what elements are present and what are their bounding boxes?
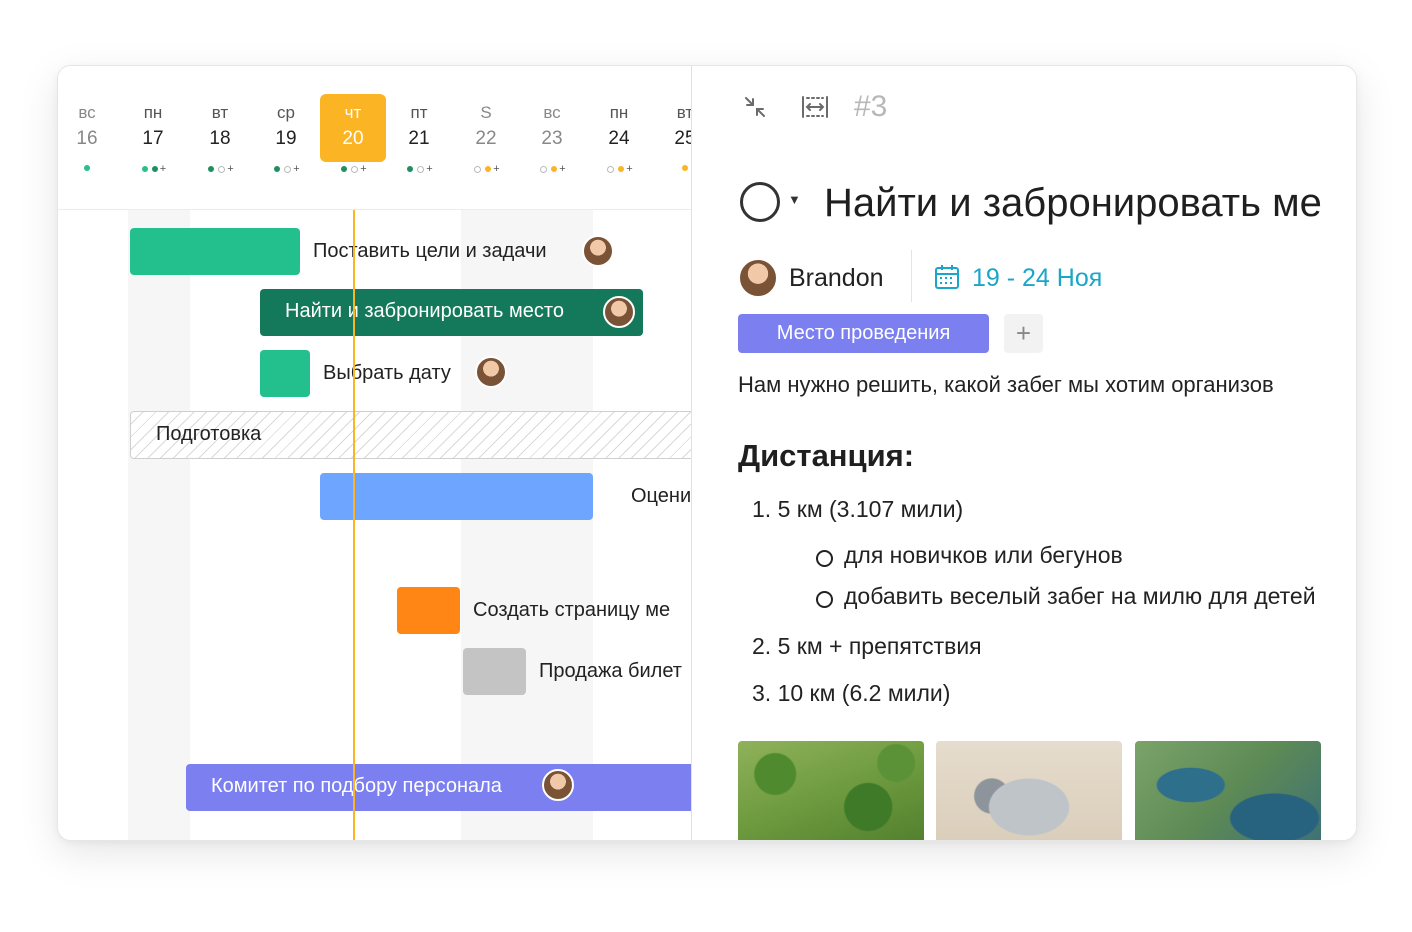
task-label[interactable]: Выбрать дату	[323, 362, 451, 385]
day-number: 25	[674, 128, 691, 149]
task-group-label: Подготовка	[156, 423, 262, 445]
day-name: S	[480, 103, 492, 122]
day-dots: +	[465, 164, 507, 175]
attachment-image[interactable]	[738, 741, 924, 840]
day-column-today[interactable]: чт 20 +	[320, 94, 386, 175]
task-bar[interactable]	[260, 350, 310, 397]
task-bar[interactable]	[130, 228, 300, 275]
avatar	[542, 769, 574, 801]
avatar[interactable]	[475, 356, 507, 388]
task-bar[interactable]	[463, 648, 526, 695]
task-label[interactable]: Создать страницу ме	[473, 599, 670, 622]
divider	[911, 250, 912, 302]
day-dots	[66, 164, 108, 174]
sub-list-item: для новичков или бегунов	[816, 542, 1123, 568]
collapse-arrows-icon[interactable]	[740, 94, 770, 124]
task-number: #3	[854, 90, 888, 123]
attachment-image[interactable]	[1135, 741, 1321, 840]
task-bar[interactable]	[320, 473, 593, 520]
day-column[interactable]: ср 19 +	[265, 94, 307, 184]
pane-divider[interactable]	[691, 66, 692, 840]
gantt-pane: вс 16 пн 17 + вт 18 + ср 19 + чт 20 + пт…	[58, 66, 691, 840]
day-name: вт	[676, 103, 691, 122]
task-description[interactable]: Нам нужно решить, какой забег мы хотим о…	[738, 372, 1274, 398]
chevron-down-icon[interactable]: ▼	[788, 192, 801, 207]
day-name: чт	[344, 103, 362, 122]
list-item: 1. 5 км (3.107 мили)	[752, 496, 964, 522]
list-item: 2. 5 км + препятствия	[752, 633, 982, 659]
task-bar[interactable]: Комитет по подбору персонала	[186, 764, 691, 811]
task-label[interactable]: Оцени	[631, 485, 691, 508]
day-dots	[664, 164, 691, 174]
day-dots: +	[265, 164, 307, 175]
day-number: 24	[608, 128, 630, 149]
day-name: пт	[410, 103, 428, 122]
task-label[interactable]: Продажа билет	[539, 660, 682, 683]
day-dots: +	[199, 164, 241, 175]
app-card: вс 16 пн 17 + вт 18 + ср 19 + чт 20 + пт…	[57, 65, 1357, 841]
assignee-name[interactable]: Brandon	[789, 264, 884, 293]
day-name: вт	[211, 103, 229, 122]
section-heading: Дистанция:	[738, 438, 915, 473]
status-circle-icon[interactable]	[740, 182, 780, 222]
day-number: 16	[76, 128, 98, 149]
day-column[interactable]: S 22 +	[465, 94, 507, 184]
day-dots: +	[531, 164, 573, 175]
task-bar[interactable]	[397, 587, 460, 634]
task-title[interactable]: Найти и забронировать ме	[824, 181, 1322, 226]
weekend-column	[128, 209, 190, 840]
avatar	[603, 296, 635, 328]
day-number: 17	[142, 128, 164, 149]
sub-list-item: добавить веселый забег на милю для детей	[816, 583, 1316, 609]
day-name: пн	[609, 103, 629, 122]
avatar[interactable]	[582, 235, 614, 267]
avatar[interactable]	[738, 258, 778, 298]
day-name: вс	[78, 103, 96, 122]
day-number: 18	[209, 128, 231, 149]
day-number: 23	[541, 128, 563, 149]
day-column[interactable]: пн 17 +	[132, 94, 174, 184]
task-detail-pane: #3 ▼ Найти и забронировать ме Brandon 19…	[692, 66, 1356, 840]
day-dots: +	[398, 164, 440, 175]
day-number: 21	[408, 128, 430, 149]
day-name: вс	[543, 103, 561, 122]
day-column[interactable]: вс 16	[66, 94, 108, 184]
day-number: 22	[475, 128, 497, 149]
list-item: 3. 10 км (6.2 мили)	[752, 680, 951, 706]
task-group-bar[interactable]: Подготовка	[130, 411, 691, 459]
fit-width-icon[interactable]	[800, 94, 830, 124]
tag-chip[interactable]: Место проведения	[738, 314, 989, 353]
task-label[interactable]: Поставить цели и задачи	[313, 240, 547, 263]
day-name: ср	[277, 103, 295, 122]
calendar-icon[interactable]	[934, 264, 960, 290]
attachment-image[interactable]	[936, 741, 1122, 840]
day-column[interactable]: вт 25	[664, 94, 691, 184]
day-column[interactable]: вт 18 +	[199, 94, 241, 184]
day-dots: +	[132, 164, 174, 175]
add-tag-button[interactable]: +	[1004, 314, 1043, 353]
day-name: пн	[143, 103, 163, 122]
today-line	[353, 209, 355, 840]
day-dots: +	[598, 164, 640, 175]
day-column[interactable]: вс 23 +	[531, 94, 573, 184]
day-column[interactable]: пт 21 +	[398, 94, 440, 184]
day-header: вс 16 пн 17 + вт 18 + ср 19 + чт 20 + пт…	[58, 66, 691, 210]
task-label: Комитет по подбору персонала	[211, 775, 502, 797]
task-label: Найти и забронировать место	[285, 300, 564, 322]
day-column[interactable]: пн 24 +	[598, 94, 640, 184]
day-dots: +	[320, 164, 386, 175]
task-bar-selected[interactable]: Найти и забронировать место	[260, 289, 643, 336]
date-range[interactable]: 19 - 24 Ноя	[972, 264, 1102, 293]
day-number: 20	[342, 128, 364, 149]
day-number: 19	[275, 128, 297, 149]
